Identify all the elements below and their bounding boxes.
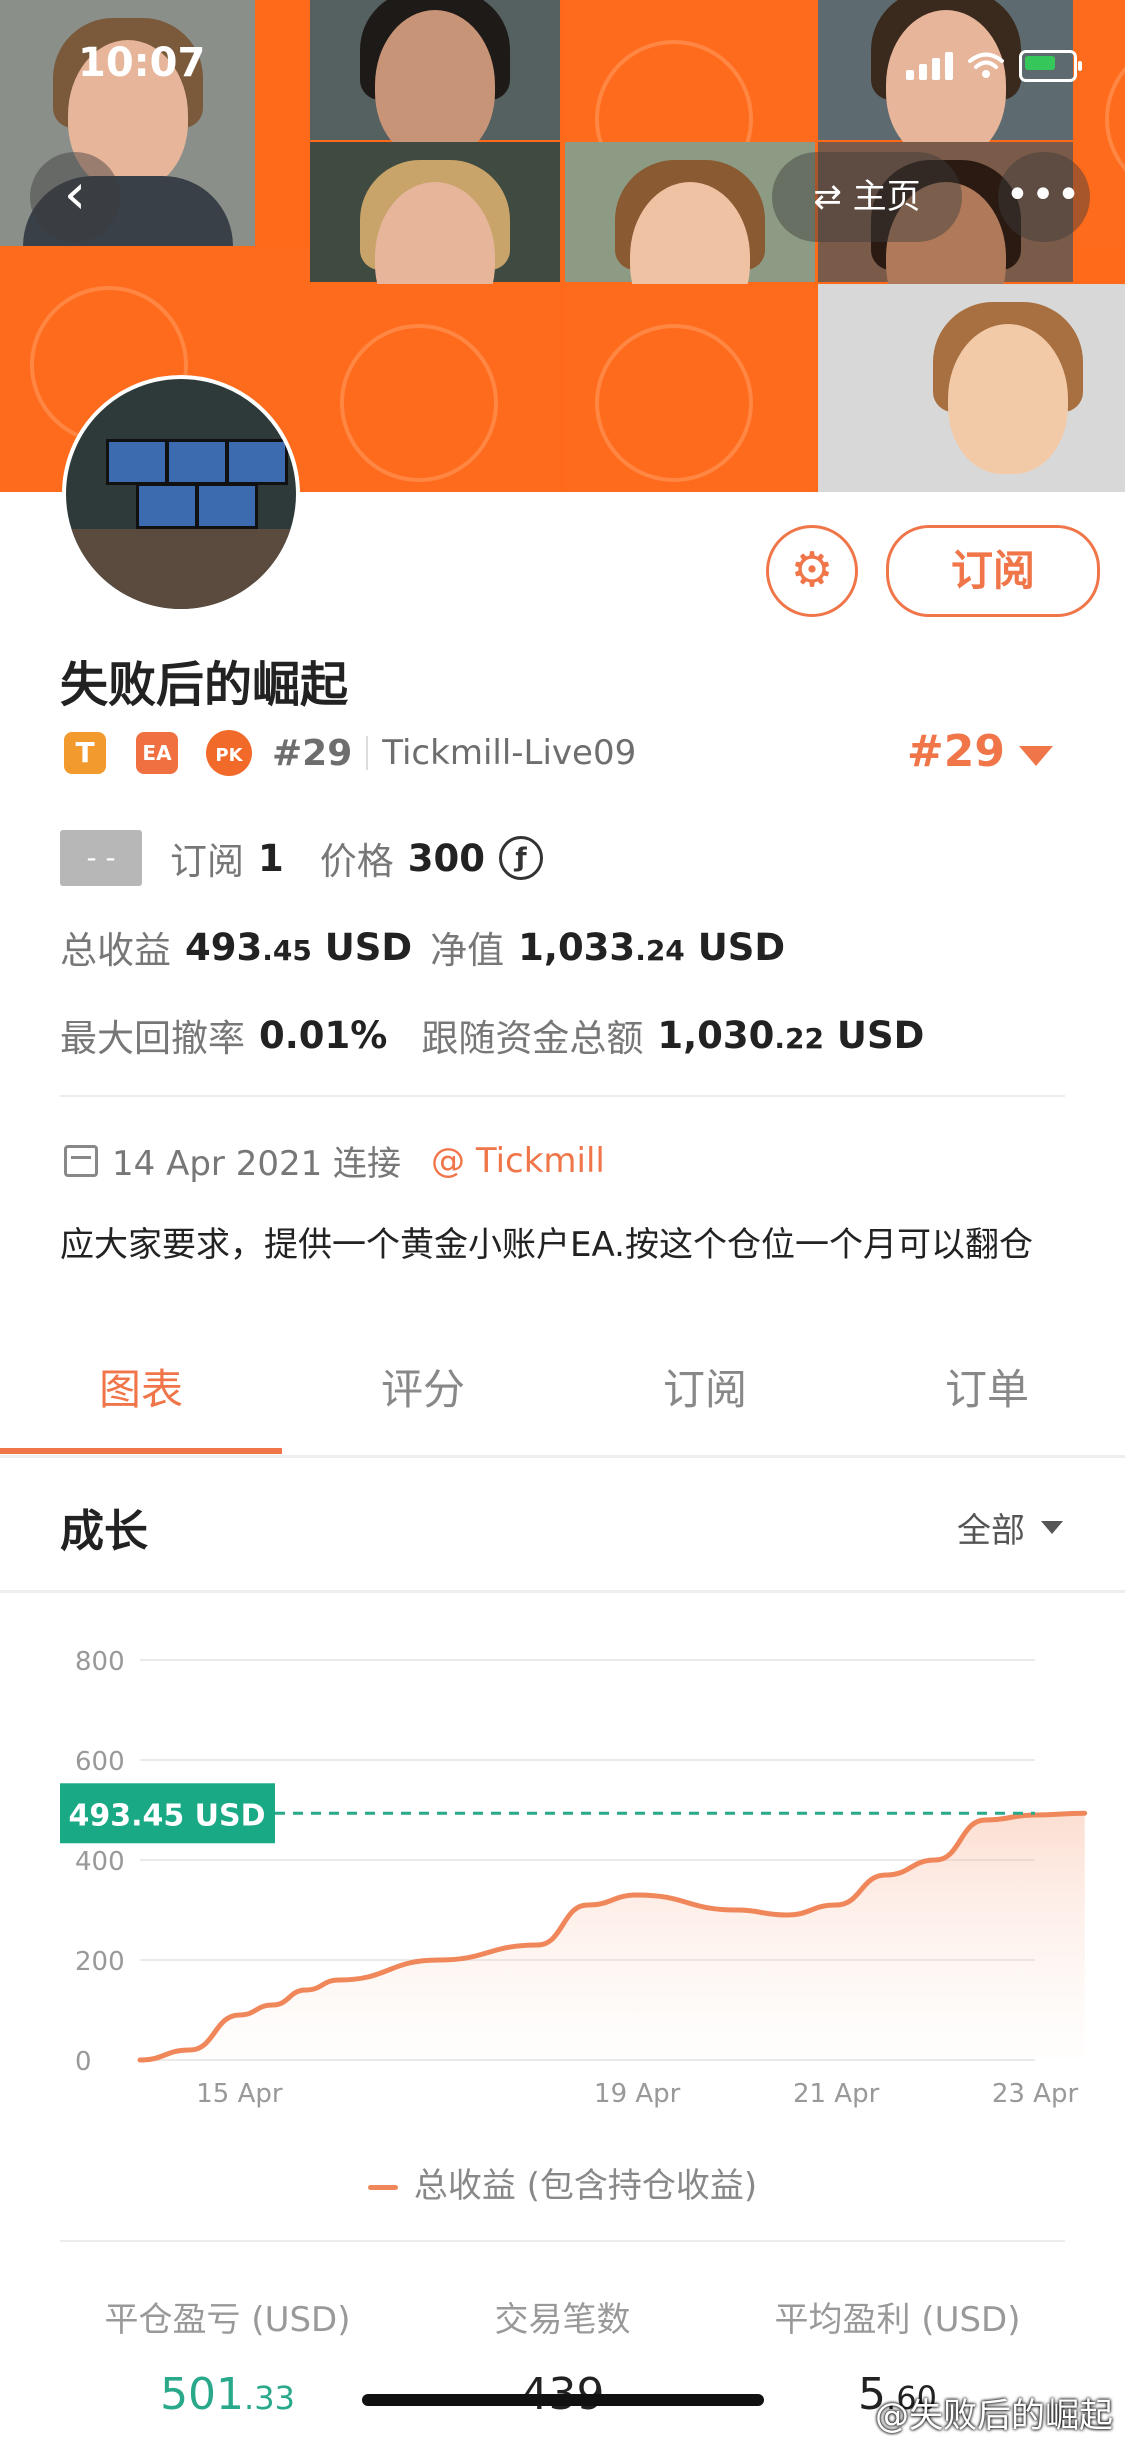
closed-pl-stat: 平仓盈亏 (USD) 501.33 bbox=[40, 2292, 415, 2420]
flame-pk-icon: PK bbox=[206, 730, 252, 776]
divider bbox=[60, 2240, 1065, 2242]
tag-t-badge: T bbox=[64, 732, 106, 774]
subscribe-count-label: 订阅 bbox=[170, 840, 244, 883]
more-button[interactable]: ••• bbox=[998, 152, 1090, 242]
growth-chart[interactable]: 0 200 400 600 800 15 Apr 19 Apr 21 Apr 23 Apr 493… bbox=[0, 1600, 1125, 2140]
connection-row: 14 Apr 2021 连接 @ Tickmill bbox=[64, 1136, 605, 1185]
cover-pattern bbox=[565, 284, 815, 492]
y-tick-label: 400 bbox=[75, 1847, 125, 1877]
price-value: 300 bbox=[407, 836, 485, 880]
caret-down-icon[interactable] bbox=[1019, 746, 1053, 766]
closed-pl-label: 平仓盈亏 (USD) bbox=[104, 2300, 351, 2340]
connect-date: 14 Apr 2021 连接 bbox=[112, 1144, 402, 1184]
x-tick-label: 19 Apr bbox=[594, 2079, 681, 2109]
follow-funds-label: 跟随资金总额 bbox=[421, 1017, 644, 1060]
wifi-icon bbox=[968, 52, 1004, 78]
stats-row-drawdown: 最大回撤率 0.01% 跟随资金总额 1,030.22 USD bbox=[60, 1008, 924, 1062]
legend-swatch bbox=[367, 2185, 398, 2190]
avatar[interactable] bbox=[62, 375, 300, 613]
coin-icon: ƒ bbox=[498, 836, 543, 880]
legend-label: 总收益 (包含持仓收益) bbox=[413, 2166, 758, 2206]
tab-bar: 图表 评分 订阅 订单 bbox=[0, 1340, 1125, 1458]
home-button[interactable]: ⇄ 主页 bbox=[772, 152, 962, 242]
y-tick-label: 0 bbox=[75, 2047, 92, 2077]
follow-funds-value: 1,030.22 USD bbox=[657, 1013, 925, 1057]
tab-chart[interactable]: 图表 bbox=[0, 1340, 282, 1440]
section-title: 成长 bbox=[60, 1506, 148, 1557]
strategy-description: 应大家要求，提供一个黄金小账户EA.按这个仓位一个月可以翻仓 bbox=[60, 1225, 1033, 1265]
cover-photo bbox=[818, 284, 1125, 492]
tab-rating[interactable]: 评分 bbox=[282, 1340, 564, 1440]
equity-label: 净值 bbox=[430, 929, 505, 972]
subscribe-button[interactable]: 订阅 bbox=[886, 525, 1100, 617]
closed-pl-value: 501.33 bbox=[160, 2369, 295, 2420]
calendar-icon bbox=[64, 1144, 98, 1177]
cover-photo bbox=[310, 0, 560, 160]
more-dots-icon: ••• bbox=[1005, 172, 1083, 218]
trade-count-label: 交易笔数 bbox=[494, 2300, 631, 2340]
range-label: 全部 bbox=[957, 1511, 1025, 1551]
total-profit-label: 总收益 bbox=[60, 929, 171, 972]
home-indicator bbox=[362, 2394, 764, 2406]
stats-row-profit: 总收益 493.45 USD 净值 1,033.24 USD bbox=[60, 920, 785, 974]
rank-dropdown[interactable]: #29 bbox=[907, 726, 1005, 777]
x-tick-label: 23 Apr bbox=[992, 2079, 1079, 2109]
total-profit-value: 493.45 USD bbox=[185, 925, 413, 969]
growth-section-header: 成长 全部 bbox=[0, 1455, 1125, 1593]
status-icons bbox=[906, 50, 1082, 82]
back-button[interactable]: ‹ bbox=[30, 152, 120, 242]
status-chip: - - bbox=[60, 830, 142, 886]
gear-icon: ⚙ bbox=[790, 542, 834, 598]
settings-button[interactable]: ⚙ bbox=[766, 525, 858, 617]
drawdown-label: 最大回撤率 bbox=[60, 1017, 245, 1060]
battery-icon bbox=[1019, 50, 1082, 82]
current-value-label: 493.45 USD bbox=[68, 1798, 265, 1833]
tab-orders[interactable]: 订单 bbox=[846, 1340, 1125, 1440]
chevron-left-icon: ‹ bbox=[63, 162, 87, 227]
tab-subscription[interactable]: 订阅 bbox=[564, 1340, 846, 1440]
y-tick-label: 200 bbox=[75, 1947, 125, 1977]
cellular-signal-icon bbox=[906, 52, 953, 80]
range-dropdown[interactable]: 全部 bbox=[957, 1503, 1063, 1552]
stats-row-subscribe: - - 订阅 1 价格 300 ƒ bbox=[60, 830, 543, 886]
subscribe-count-value: 1 bbox=[258, 836, 284, 880]
chart-legend: 总收益 (包含持仓收益) bbox=[0, 2158, 1125, 2207]
broker-link[interactable]: @ Tickmill bbox=[431, 1141, 605, 1181]
tag-separator bbox=[366, 736, 369, 770]
caret-down-icon bbox=[1041, 1521, 1063, 1534]
rank-label: #29 bbox=[272, 732, 353, 774]
profile-tags: T EA PK #29 Tickmill-Live09 bbox=[64, 730, 636, 776]
price-label: 价格 bbox=[319, 840, 394, 883]
profile-name: 失败后的崛起 bbox=[60, 657, 349, 713]
divider bbox=[60, 1095, 1065, 1097]
tab-active-indicator bbox=[0, 1448, 282, 1454]
server-label: Tickmill-Live09 bbox=[382, 733, 637, 773]
x-tick-label: 21 Apr bbox=[793, 2079, 880, 2109]
series-area bbox=[140, 1813, 1085, 2060]
y-tick-label: 800 bbox=[75, 1647, 125, 1677]
status-time: 10:07 bbox=[78, 40, 206, 86]
growth-chart-svg: 0 200 400 600 800 15 Apr 19 Apr 21 Apr 23 Apr 493… bbox=[60, 1647, 1088, 2109]
drawdown-value: 0.01% bbox=[259, 1013, 388, 1057]
cover-photo bbox=[310, 142, 560, 332]
watermark: @失败后的崛起 bbox=[875, 2396, 1113, 2436]
tag-ea-badge: EA bbox=[136, 732, 178, 774]
y-tick-label: 600 bbox=[75, 1747, 125, 1777]
cover-pattern bbox=[310, 284, 560, 492]
equity-value: 1,033.24 USD bbox=[518, 925, 786, 969]
avg-profit-label: 平均盈利 (USD) bbox=[774, 2300, 1021, 2340]
x-tick-label: 15 Apr bbox=[196, 2079, 283, 2109]
